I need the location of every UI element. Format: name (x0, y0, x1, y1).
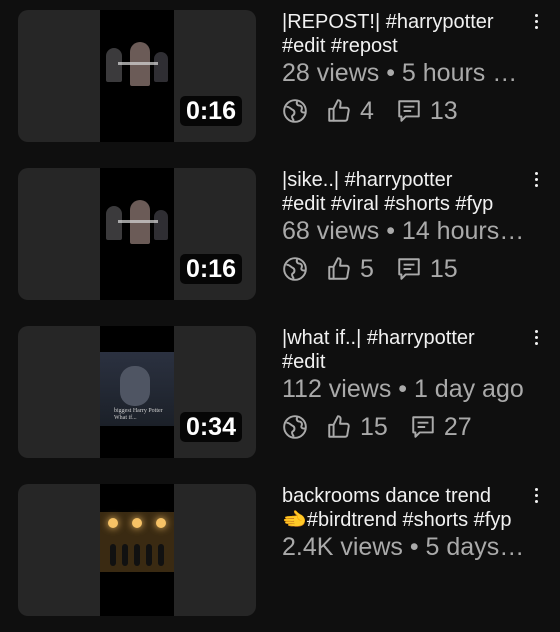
video-meta: 68 views • 14 hours ago (282, 217, 530, 245)
video-title[interactable]: |what if..| #harrypotter #edit (282, 326, 528, 374)
video-row[interactable]: backrooms dance trend 🫲#birdtrend #short… (0, 474, 560, 632)
video-thumbnail[interactable] (18, 484, 256, 616)
duration-badge: 0:34 (179, 412, 242, 442)
thumbnail-image (100, 10, 174, 142)
comment-count: 13 (429, 96, 458, 125)
video-thumbnail[interactable]: 0:16 (18, 10, 256, 142)
video-title[interactable]: backrooms dance trend 🫲#birdtrend #short… (282, 484, 528, 532)
title-line: |REPOST!| #harrypotter (282, 11, 494, 33)
title-line: #edit (282, 351, 326, 373)
video-thumbnail[interactable]: biggest Harry Potter What if... 0:34 (18, 326, 256, 458)
video-row[interactable]: 0:16 |sike..| #harrypotter #edit #viral … (0, 158, 560, 316)
video-stats: 15 27 (282, 412, 494, 442)
comment-count: 27 (443, 412, 472, 441)
comment-icon[interactable] (396, 98, 422, 124)
video-title[interactable]: |sike..| #harrypotter #edit #viral #shor… (282, 168, 528, 216)
kebab-menu-icon[interactable] (532, 14, 540, 34)
globe-icon (283, 99, 307, 123)
kebab-menu-icon[interactable] (532, 488, 540, 508)
video-row[interactable]: 0:16 |REPOST!| #harrypotter #edit #repos… (0, 0, 560, 158)
thumbs-up-icon[interactable] (326, 98, 352, 124)
video-stats: 4 13 (282, 96, 480, 126)
thumbs-up-icon[interactable] (326, 414, 352, 440)
duration-badge: 0:16 (179, 96, 242, 126)
title-line: |what if..| #harrypotter (282, 327, 475, 349)
like-count: 5 (360, 254, 374, 283)
video-title[interactable]: |REPOST!| #harrypotter #edit #repost (282, 10, 528, 58)
thumbnail-image (100, 484, 174, 616)
duration-badge: 0:16 (179, 254, 242, 284)
like-count: 15 (360, 412, 388, 441)
thumbnail-caption: biggest Harry Potter What if... (114, 408, 163, 421)
kebab-menu-icon[interactable] (532, 172, 540, 192)
title-line: #edit #repost (282, 35, 398, 57)
thumbnail-image (100, 168, 174, 300)
thumbnail-image: biggest Harry Potter What if... (100, 326, 174, 458)
comment-count: 15 (429, 254, 458, 283)
globe-icon (283, 415, 307, 439)
video-meta: 112 views • 1 day ago (282, 375, 524, 403)
video-row[interactable]: biggest Harry Potter What if... 0:34 |wh… (0, 316, 560, 474)
thumbs-up-icon[interactable] (326, 256, 352, 282)
globe-icon (283, 257, 307, 281)
like-count: 4 (360, 96, 374, 125)
video-meta: 28 views • 5 hours ago (282, 59, 530, 87)
comment-icon[interactable] (410, 414, 436, 440)
title-line: #edit #viral #shorts #fyp (282, 193, 494, 215)
video-meta: 2.4K views • 5 days ago (282, 533, 530, 561)
video-thumbnail[interactable]: 0:16 (18, 168, 256, 300)
comment-icon[interactable] (396, 256, 422, 282)
kebab-menu-icon[interactable] (532, 330, 540, 350)
video-stats: 5 15 (282, 254, 480, 284)
title-line: 🫲#birdtrend #shorts #fyp (282, 509, 512, 531)
title-line: backrooms dance trend (282, 485, 492, 507)
title-line: |sike..| #harrypotter (282, 169, 453, 191)
